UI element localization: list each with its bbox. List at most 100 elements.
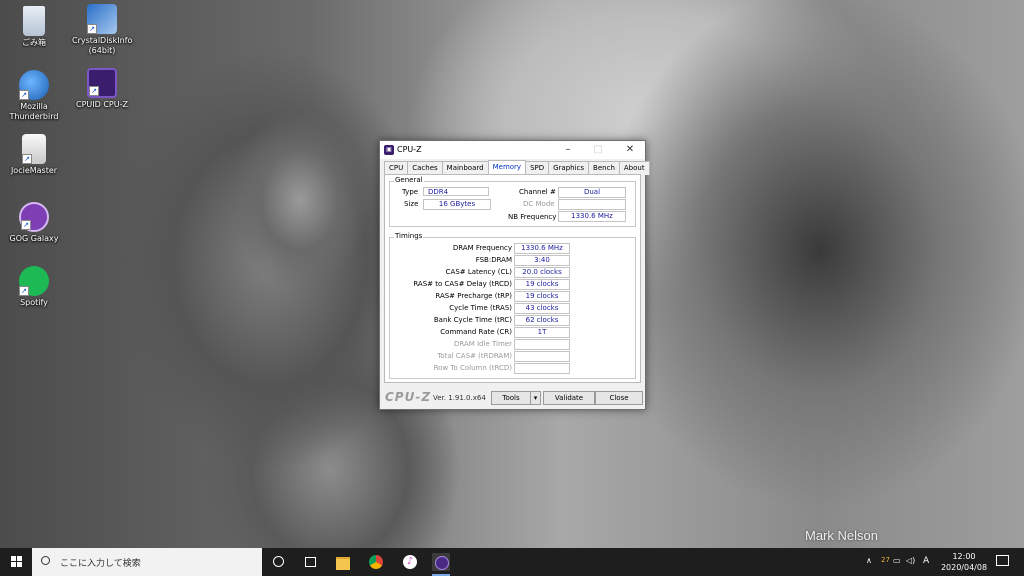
shortcut-arrow-icon: ↗	[19, 90, 29, 100]
desktop-icon-label: CrystalDiskInfo (64bit)	[72, 36, 133, 55]
desktop-icon-cpuz[interactable]: ↗ CPUID CPU-Z	[72, 68, 132, 110]
windows-logo-icon	[11, 556, 22, 567]
timing-value: 20.0 clocks	[514, 267, 570, 278]
task-view-button[interactable]	[301, 553, 319, 571]
timing-value: 1T	[514, 327, 570, 338]
desktop-icon-crystaldiskinfo[interactable]: ↗ CrystalDiskInfo (64bit)	[72, 4, 132, 56]
app-icon: ↗	[22, 134, 46, 164]
window-title: CPU-Z	[397, 145, 422, 154]
tab-graphics[interactable]: Graphics	[548, 161, 590, 175]
taskbar-cpuz[interactable]	[432, 553, 450, 576]
timing-value: 62 clocks	[514, 315, 570, 326]
tray-overflow-icon[interactable]: ∧	[866, 556, 872, 565]
music-icon: ♪	[403, 555, 417, 569]
shortcut-arrow-icon: ↗	[19, 286, 29, 296]
timing-label: RAS# Precharge (tRP)	[435, 292, 512, 300]
timing-label: Total CAS# (tRDRAM)	[437, 352, 512, 360]
clock[interactable]: 12:00 2020/04/08	[940, 551, 988, 573]
cortana-button[interactable]	[270, 553, 288, 571]
timings-group-title: Timings	[394, 232, 424, 240]
shortcut-arrow-icon: ↗	[21, 220, 31, 230]
timing-label: DRAM Idle Timer	[453, 340, 512, 348]
timing-label: Cycle Time (tRAS)	[449, 304, 512, 312]
validate-button[interactable]: Validate	[543, 391, 595, 405]
recycle-bin-icon	[23, 6, 45, 36]
nb-frequency-value: 1330.6 MHz	[558, 211, 626, 222]
close-button[interactable]: Close	[595, 391, 643, 405]
taskbar-itunes[interactable]: ♪	[401, 553, 419, 571]
title-bar[interactable]: ▣ CPU-Z – □ ✕	[380, 141, 645, 159]
tab-memory[interactable]: Memory	[487, 160, 527, 175]
timings-group: Timings DRAM Frequency 1330.6 MHz FSB:DR…	[389, 232, 636, 379]
maximize-button: □	[593, 144, 603, 155]
desktop-icon-label: Mozilla Thunderbird	[9, 102, 59, 121]
cortana-circle-icon	[273, 556, 284, 567]
timing-label: Row To Column (tRCD)	[433, 364, 512, 372]
channel-value: Dual	[558, 187, 626, 198]
memory-panel: General Type DDR4 Size 16 GBytes Channel…	[384, 174, 641, 383]
chrome-icon	[369, 555, 383, 569]
type-value: DDR4	[423, 187, 489, 196]
desktop-icon-spotify[interactable]: ↗ Spotify	[4, 266, 64, 308]
cpuz-icon: ↗	[87, 68, 117, 98]
thunderbird-icon: ↗	[19, 70, 49, 100]
taskbar-file-explorer[interactable]	[334, 553, 352, 571]
taskbar: ここに入力して検索 ♪ ∧ 27 ▭ ◁) A 12:00 2020/04/08	[0, 548, 1024, 576]
folder-icon	[336, 557, 350, 570]
search-box[interactable]: ここに入力して検索	[32, 548, 262, 576]
tools-button[interactable]: Tools	[491, 391, 531, 405]
timing-value: 43 clocks	[514, 303, 570, 314]
window-footer: CPU-Z Ver. 1.91.0.x64 Tools ▾ Validate C…	[380, 389, 645, 407]
search-icon	[41, 556, 50, 565]
general-group-title: General	[394, 176, 424, 184]
desktop-icon-thunderbird[interactable]: ↗ Mozilla Thunderbird	[4, 70, 64, 122]
desktop-icon-recycle-bin[interactable]: ごみ箱	[4, 6, 64, 48]
volume-icon[interactable]: ◁)	[906, 556, 915, 565]
cpuz-logo: CPU-Z	[385, 390, 432, 404]
general-group: General Type DDR4 Size 16 GBytes Channel…	[389, 176, 636, 227]
timing-label: Command Rate (CR)	[440, 328, 512, 336]
shortcut-arrow-icon: ↗	[87, 24, 97, 34]
cpuz-app-icon: ▣	[384, 145, 394, 155]
crystaldiskinfo-icon: ↗	[87, 4, 117, 34]
dc-mode-label: DC Mode	[523, 200, 555, 208]
timing-value: 19 clocks	[514, 279, 570, 290]
timing-label: DRAM Frequency	[452, 244, 512, 252]
notification-center-icon[interactable]	[996, 555, 1009, 566]
temperature-indicator[interactable]: 27	[881, 556, 890, 564]
tab-cpu[interactable]: CPU	[384, 161, 409, 175]
clock-time: 12:00	[952, 552, 976, 561]
task-view-icon	[305, 557, 316, 567]
minimize-button[interactable]: –	[557, 141, 579, 159]
cpuz-taskbar-icon	[435, 556, 449, 570]
tab-mainboard[interactable]: Mainboard	[441, 161, 489, 175]
spotify-icon: ↗	[19, 266, 49, 296]
tab-caches[interactable]: Caches	[407, 161, 443, 175]
timing-value: 1330.6 MHz	[514, 243, 570, 254]
tab-about[interactable]: About	[618, 161, 650, 175]
timing-label: FSB:DRAM	[475, 256, 512, 264]
dc-mode-value	[558, 199, 626, 210]
desktop-icon-app[interactable]: ↗ JocieMaster	[4, 134, 64, 176]
tab-spd[interactable]: SPD	[525, 161, 550, 175]
tab-bar: CPU Caches Mainboard Memory SPD Graphics…	[384, 160, 650, 175]
timing-value	[514, 339, 570, 350]
timing-value	[514, 363, 570, 374]
tools-dropdown-button[interactable]: ▾	[530, 391, 541, 405]
tab-bench[interactable]: Bench	[588, 161, 620, 175]
desktop-icon-gog[interactable]: ↗ GOG Galaxy	[4, 202, 64, 244]
ime-indicator[interactable]: A	[923, 556, 929, 566]
type-label: Type	[402, 188, 419, 196]
timing-label: RAS# to CAS# Delay (tRCD)	[413, 280, 512, 288]
start-button[interactable]	[0, 548, 32, 576]
close-window-button[interactable]: ✕	[619, 141, 641, 159]
cpuz-window: ▣ CPU-Z – □ ✕ CPU Caches Mainboard Memor…	[379, 140, 650, 410]
timing-value: 19 clocks	[514, 291, 570, 302]
clock-date: 2020/04/08	[940, 563, 988, 572]
desktop-icon-label: CPUID CPU-Z	[76, 100, 128, 109]
dropdown-arrow-icon: ▾	[533, 394, 538, 402]
size-label: Size	[404, 200, 419, 208]
network-icon[interactable]: ▭	[893, 556, 901, 565]
nb-frequency-label: NB Frequency	[508, 213, 557, 221]
taskbar-chrome[interactable]	[367, 553, 385, 571]
